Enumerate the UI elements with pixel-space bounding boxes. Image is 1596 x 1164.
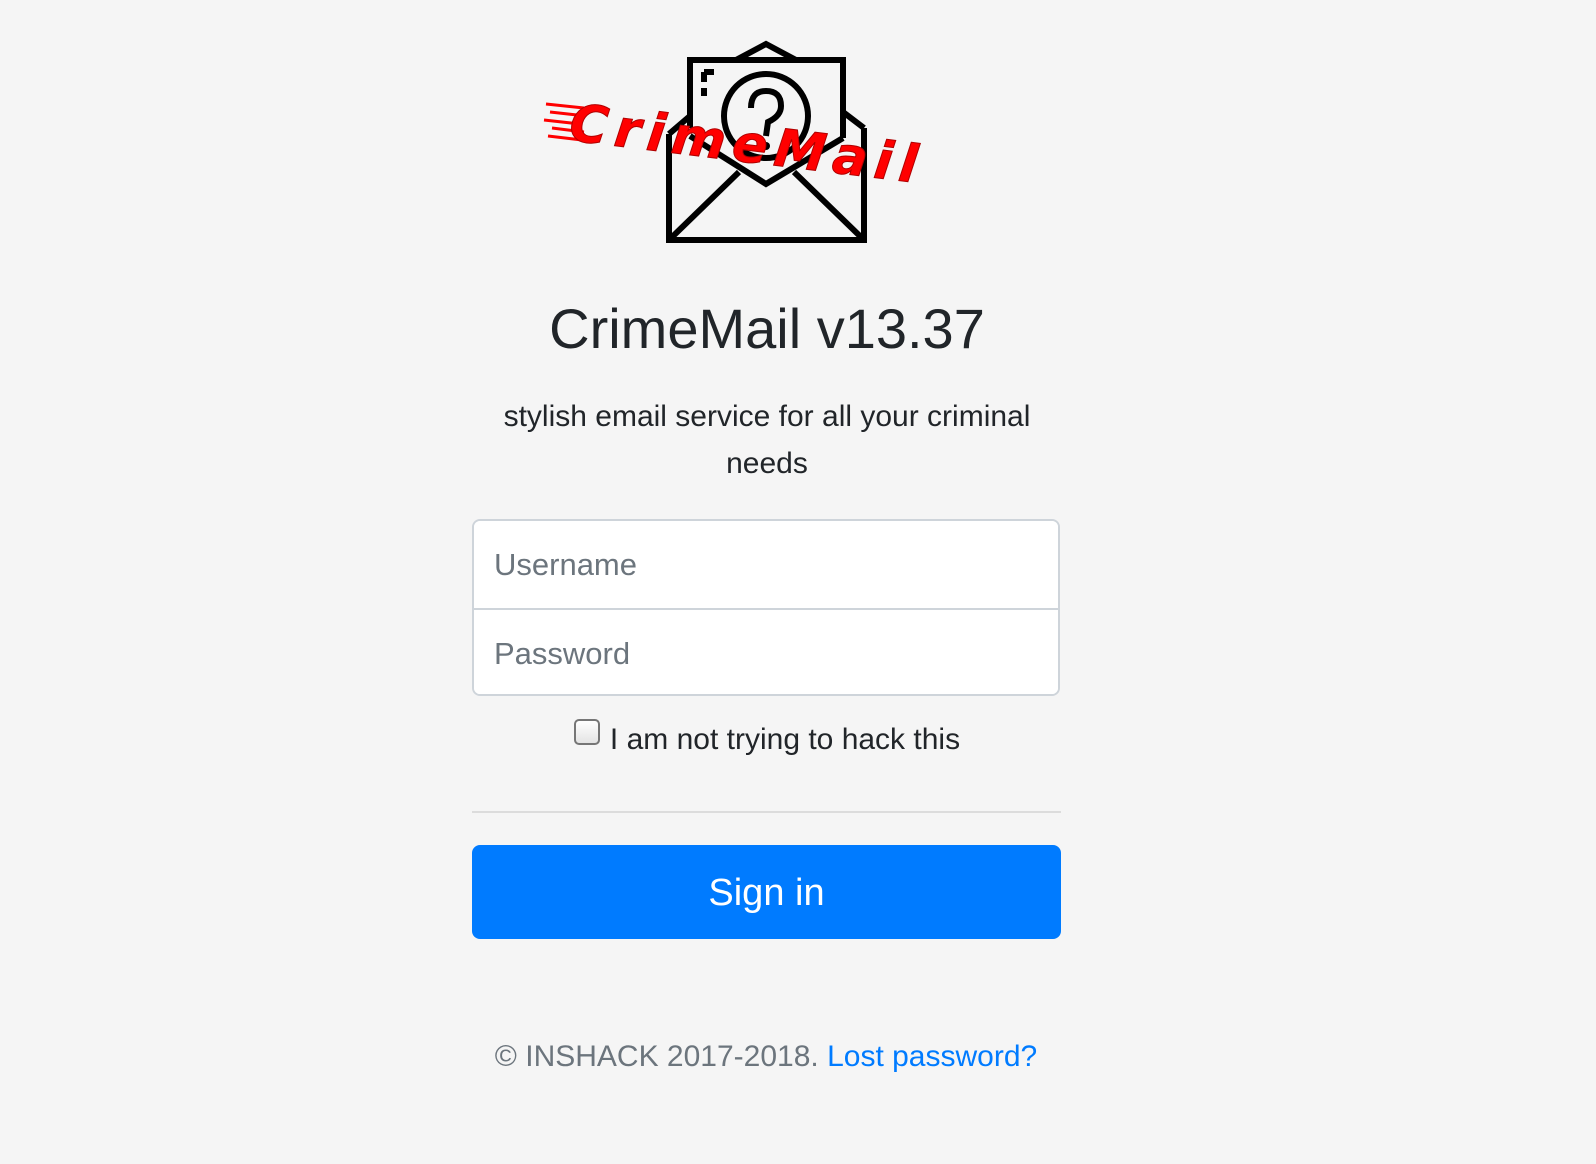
footer: © INSHACK 2017-2018. Lost password? <box>0 1036 1532 1078</box>
envelope-question-icon: CrimeMail <box>543 40 928 243</box>
crimemail-logo: CrimeMail <box>540 36 980 251</box>
separator <box>472 811 1061 813</box>
login-page: CrimeMail CrimeMail v13.37 stylish email… <box>0 0 1596 1164</box>
tagline: stylish email service for all your crimi… <box>503 400 1031 480</box>
login-form <box>472 519 1060 696</box>
copyright-text: © INSHACK 2017-2018. <box>494 1040 819 1073</box>
page-title: CrimeMail v13.37 <box>549 297 985 360</box>
sign-in-button[interactable]: Sign in <box>472 845 1061 939</box>
username-input[interactable] <box>474 521 1058 608</box>
lost-password-link[interactable]: Lost password? <box>827 1040 1037 1073</box>
not-hacking-checkbox[interactable] <box>573 719 600 745</box>
not-hacking-check-row: I am not trying to hack this <box>0 718 1534 762</box>
crimemail-wordmark: CrimeMail <box>566 93 927 196</box>
checkbox-label[interactable]: I am not trying to hack this <box>610 723 960 756</box>
password-input[interactable] <box>474 610 1058 694</box>
